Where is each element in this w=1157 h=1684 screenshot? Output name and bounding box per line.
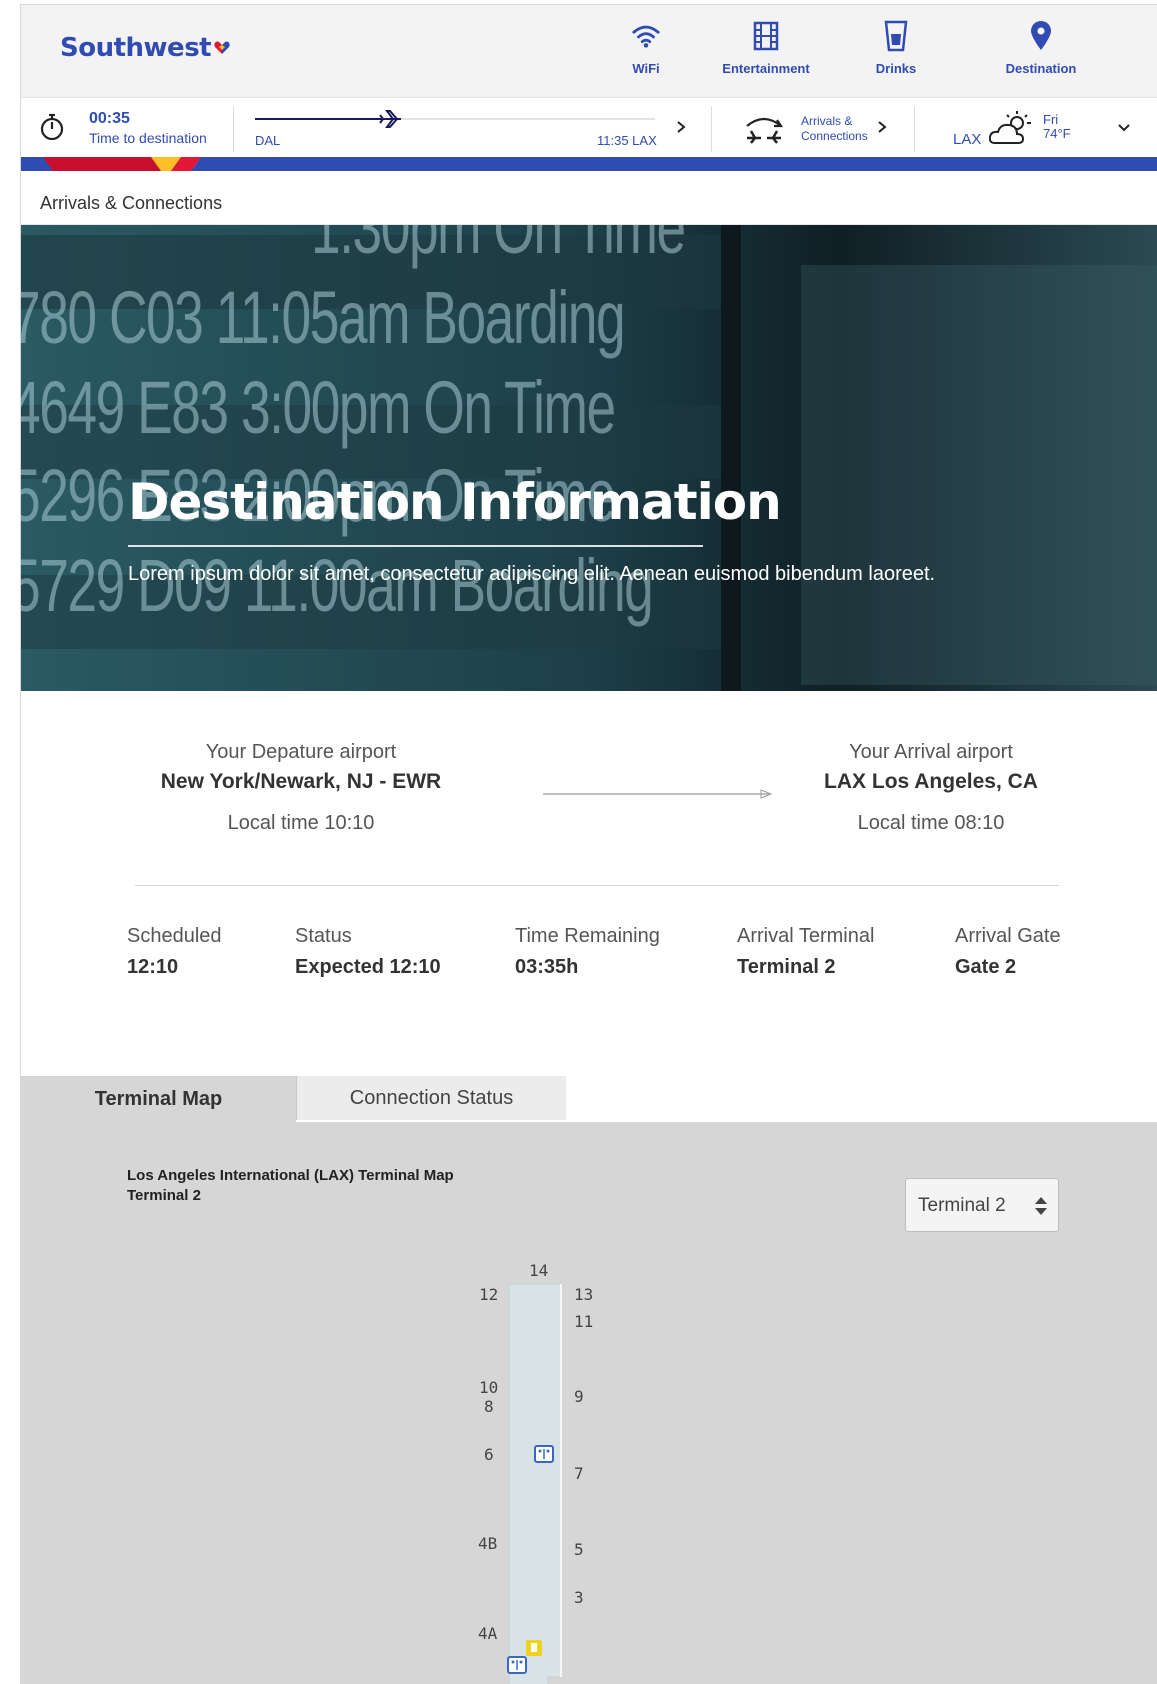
southwest-logo[interactable]: Southwest [60,33,230,63]
arrival-name: LAX Los Angeles, CA [824,770,1038,793]
stat-label: Arrival Gate [955,925,1061,947]
stat-arrival-terminal: Arrival Terminal Terminal 2 [737,925,874,979]
weather-temp: 74°F [1043,126,1071,141]
stat-time-remaining: Time Remaining 03:35h [515,925,660,979]
weather-day-temp: Fri 74°F [1043,113,1071,141]
arrivals-connections-icon[interactable] [743,116,785,144]
stat-label: Time Remaining [515,925,660,947]
weather-day: Fri [1043,112,1059,127]
stat-status: Status Expected 12:10 [295,925,441,979]
arrival-label: Your Arrival airport [849,741,1013,763]
brand-stripe [21,157,1157,171]
stat-value: 03:35h [515,956,579,978]
tab-connection-status[interactable]: Connection Status [296,1076,566,1120]
departure-local-time: Local time 10:10 [227,812,375,834]
gate-label: 4A [478,1624,498,1643]
stat-label: Scheduled [127,925,222,947]
nav-wifi[interactable]: WiFi [606,19,686,89]
stat-value: Gate 2 [955,956,1017,978]
gate-label: 5 [574,1540,584,1559]
hero-underline [128,545,703,547]
gate-label: 12 [479,1285,499,1304]
route-progress-bar [255,118,391,120]
divider [135,885,1059,886]
departure-airport: Your Depature airport New York/Newark, N… [151,741,451,835]
arrivals-label-line2: Connections [801,129,868,143]
nav-drinks[interactable]: Drinks [861,19,931,89]
divider [233,106,234,152]
arrival-time-code: 11:35 LAX [597,133,657,148]
nav-destination-label: Destination [1005,61,1077,76]
top-bar: Southwest WiFi Entertainment Drinks Dest… [21,5,1157,97]
nav-wifi-label: WiFi [632,61,660,76]
gate-label: 7 [574,1464,584,1483]
stat-label: Arrival Terminal [737,925,875,947]
baggage-icon [526,1640,542,1656]
nav-entertainment-label: Entertainment [722,61,810,76]
breadcrumb-label: Arrivals & Connections [40,193,223,213]
arrivals-connections-link[interactable]: Arrivals & Connections [801,114,868,144]
gate-label: 4B [478,1534,498,1553]
arrival-local-time: Local time 08:10 [857,812,1005,834]
stopwatch-icon [40,113,64,141]
time-to-destination-value: 00:35 [89,110,130,127]
arrival-airport: Your Arrival airport LAX Los Angeles, CA… [781,741,1081,835]
divider [711,106,712,152]
departure-name: New York/Newark, NJ - EWR [160,770,442,793]
map-pin-icon [1026,19,1056,53]
origin-code: DAL [255,133,281,148]
hero-subtitle: Lorem ipsum dolor sit amet, consectetur … [128,563,936,585]
chevron-right-icon[interactable] [675,120,687,134]
route-arrow-icon [543,789,773,799]
airplane-icon [379,110,401,128]
terminal-map-panel: Los Angeles International (LAX) Terminal… [21,1122,1157,1684]
departure-label: Your Depature airport [205,741,397,763]
stat-label: Status [295,925,352,947]
logo-text: Southwest [60,33,212,63]
stat-arrival-gate: Arrival Gate Gate 2 [955,925,1061,979]
wifi-icon [631,19,661,53]
partly-cloudy-icon [989,111,1031,144]
tab-terminal-map[interactable]: Terminal Map [21,1076,296,1122]
stat-value: Terminal 2 [737,956,836,978]
film-icon [751,19,781,53]
gate-label: 13 [574,1285,594,1304]
breadcrumb: Arrivals & Connections [21,171,1157,225]
heart-logo-icon [214,41,230,54]
gate-label: 10 [479,1378,499,1397]
nav-destination[interactable]: Destination [991,19,1091,89]
stat-scheduled: Scheduled 12:10 [127,925,222,979]
cup-icon [881,19,911,53]
terminal-2-map [507,1283,562,1684]
chevron-down-icon[interactable] [1117,122,1131,134]
stat-value: Expected 12:10 [295,956,441,978]
chevron-right-icon[interactable] [876,120,888,134]
restroom-icon [507,1656,527,1674]
tab-bar: Terminal Map Connection Status [21,1076,1157,1122]
gate-label: 3 [574,1588,584,1607]
stat-value: 12:10 [127,956,179,978]
arrivals-label-line1: Arrivals & [801,114,853,128]
app-frame: Southwest WiFi Entertainment Drinks Dest… [20,4,1157,1684]
weather-airport-code: LAX [953,131,982,148]
gate-label: 14 [529,1261,549,1280]
board-row: 4649 E83 3:00pm On Time [21,366,616,449]
gate-label: 6 [484,1445,494,1464]
board-row-top: 1:30pm On Time [311,225,686,269]
nav-drinks-label: Drinks [875,61,917,76]
restroom-icon [534,1445,554,1463]
flight-status-strip: 00:35 Time to destination DAL 11:35 LAX … [21,97,1157,157]
gate-label: 8 [484,1397,494,1416]
gate-label: 11 [574,1312,594,1331]
nav-entertainment[interactable]: Entertainment [711,19,821,89]
time-to-destination-label: Time to destination [89,130,207,146]
board-row: 780 C03 11:05am Boarding [21,276,626,359]
gate-label: 9 [574,1387,584,1406]
hero-title: Destination Information [128,473,782,531]
divider [914,106,915,152]
hero-banner: 1:30pm On Time 780 C03 11:05am Boarding … [21,225,1157,691]
